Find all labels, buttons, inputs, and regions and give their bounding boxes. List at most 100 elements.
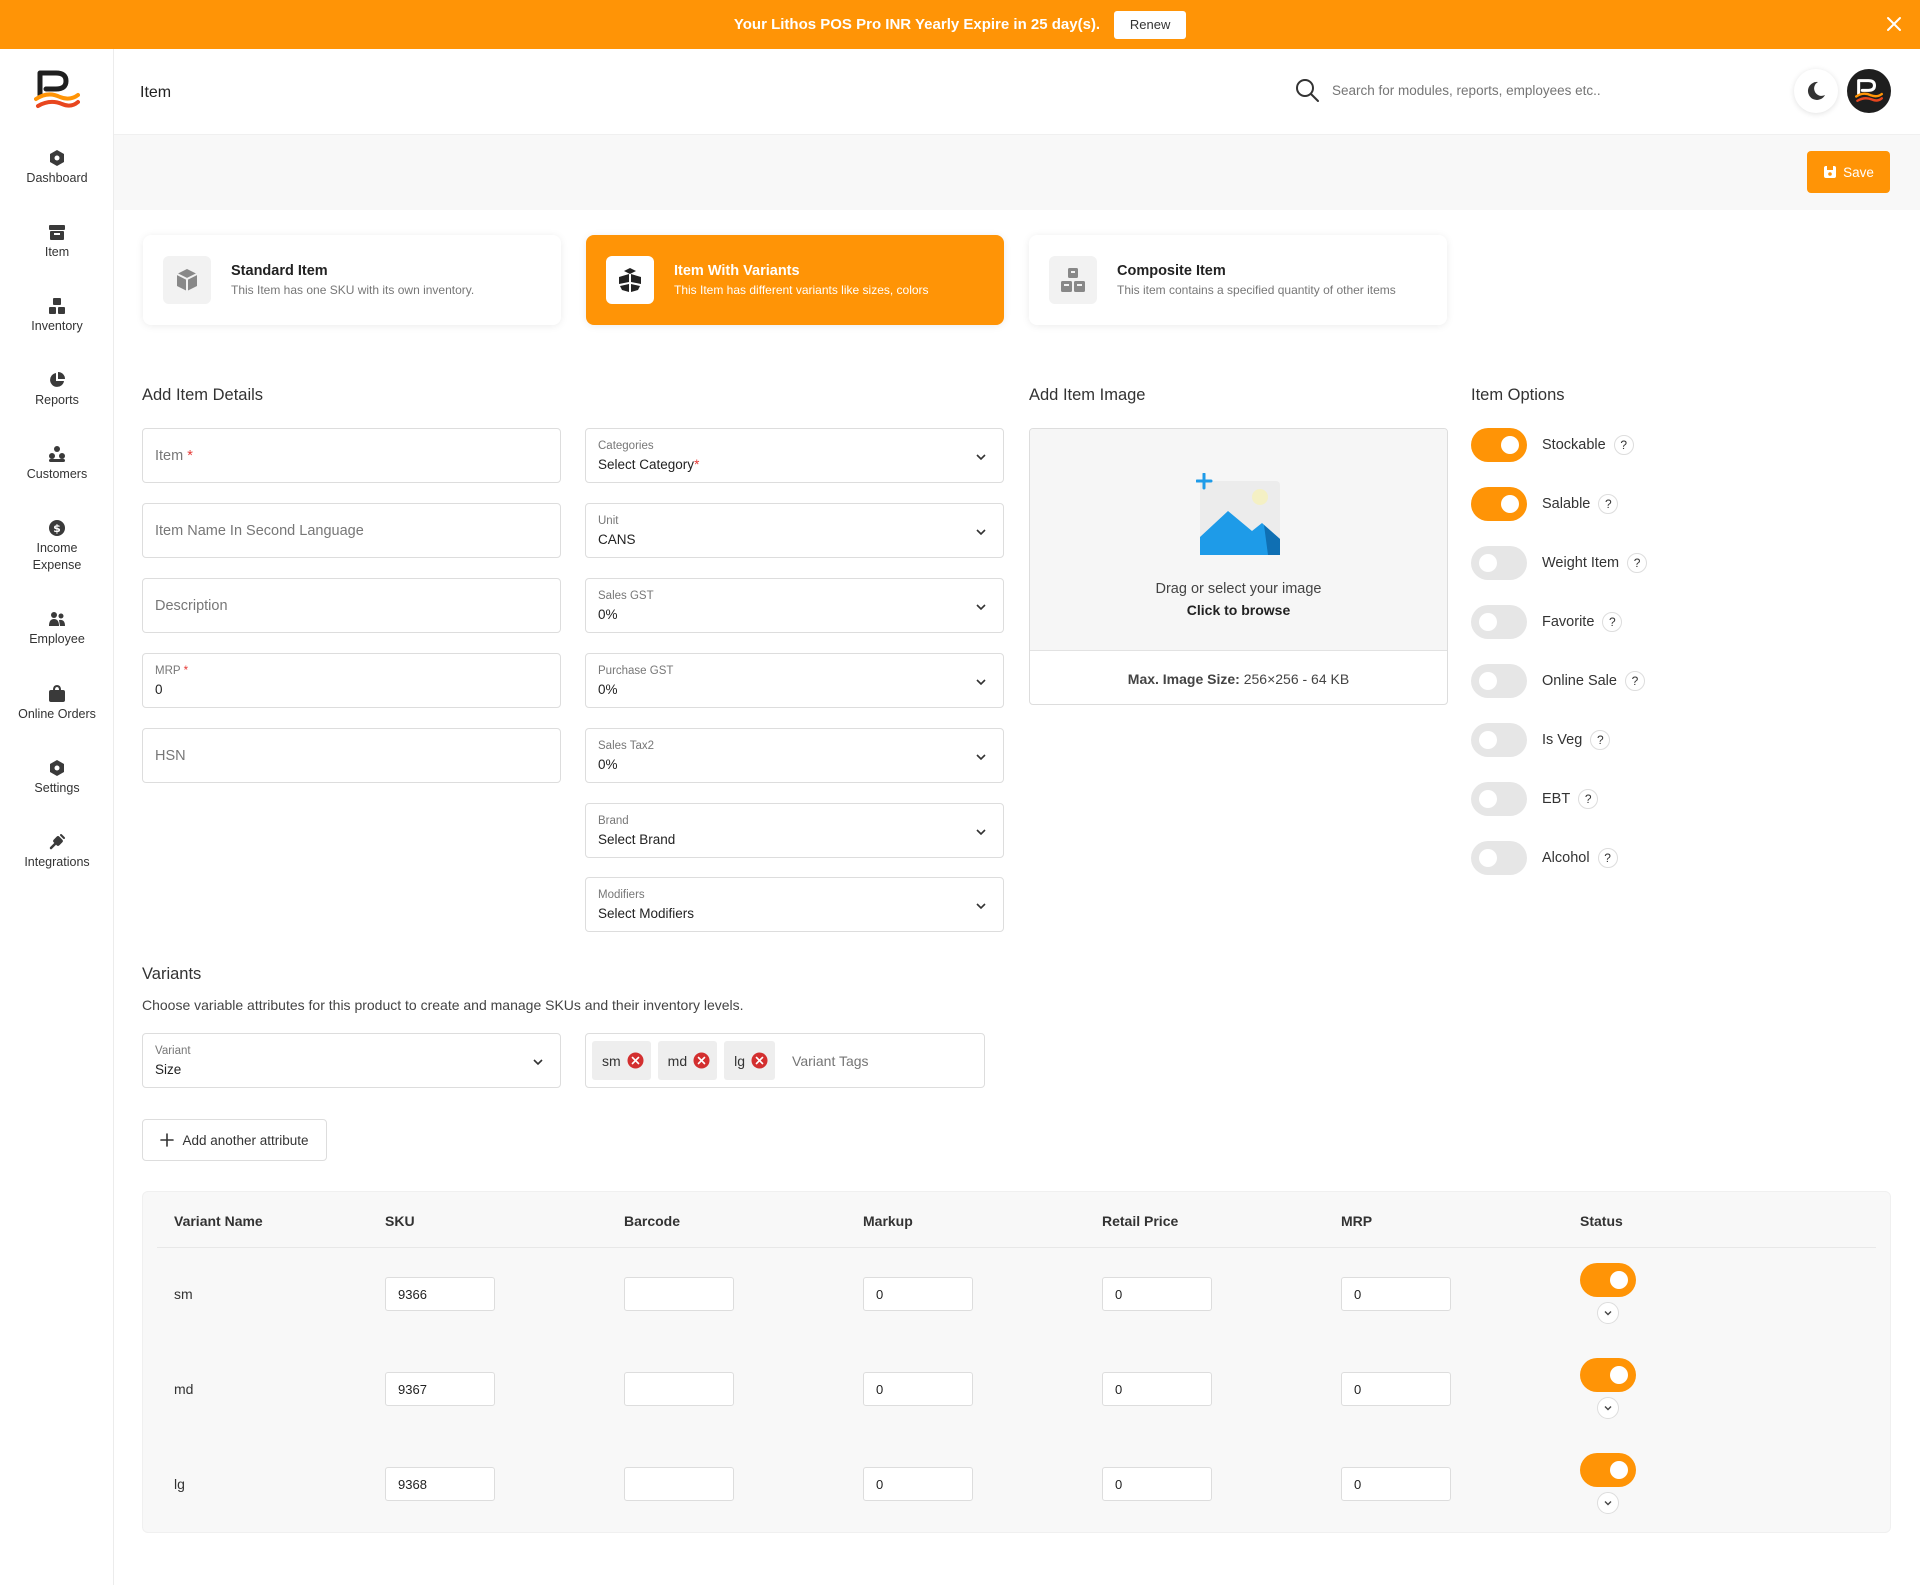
status-toggle[interactable] (1580, 1453, 1636, 1487)
dashboard-icon (50, 150, 64, 166)
sales-tax2-select[interactable]: Sales Tax2 0% (585, 728, 1004, 783)
column-header: Status (1580, 1213, 1623, 1229)
option-label: Alcohol (1542, 850, 1590, 866)
hsn-placeholder: HSN (155, 748, 186, 764)
item-name-field[interactable]: Item * (142, 428, 561, 483)
is-veg-toggle[interactable] (1471, 723, 1527, 757)
sidebar-item-integrations[interactable]: Integrations (0, 833, 114, 871)
remove-tag-icon[interactable] (627, 1052, 644, 1069)
sidebar-item-item[interactable]: Item (0, 223, 114, 261)
help-icon[interactable]: ? (1613, 435, 1634, 455)
salable-toggle[interactable] (1471, 487, 1527, 521)
sidebar-item-dashboard[interactable]: Dashboard (0, 149, 114, 187)
retail-price-input[interactable] (1102, 1467, 1212, 1501)
sidebar-item-settings[interactable]: Settings (0, 759, 114, 797)
mrp-input[interactable] (1341, 1467, 1451, 1501)
weight-item-toggle[interactable] (1471, 546, 1527, 580)
sku-input[interactable] (385, 1372, 495, 1406)
sidebar-item-reports[interactable]: Reports (0, 371, 114, 409)
chevron-down-icon (976, 454, 986, 461)
markup-input[interactable] (863, 1372, 973, 1406)
remove-tag-icon[interactable] (751, 1052, 768, 1069)
barcode-input[interactable] (624, 1277, 734, 1311)
barcode-input[interactable] (624, 1372, 734, 1406)
inventory-icon (49, 298, 65, 314)
ebt-toggle[interactable] (1471, 782, 1527, 816)
sidebar: Dashboard Item Inventory Reports Custome… (0, 49, 114, 1585)
max-size-value: 256×256 - 64 KB (1243, 671, 1350, 687)
mrp-input[interactable] (1341, 1277, 1451, 1311)
browse-link[interactable]: Click to browse (1030, 602, 1447, 618)
variant-tags-input[interactable]: sm md lg (585, 1033, 985, 1088)
drop-text: Drag or select your image (1155, 581, 1322, 597)
retail-price-input[interactable] (1102, 1277, 1212, 1311)
help-icon[interactable]: ? (1597, 848, 1618, 868)
help-icon[interactable]: ? (1590, 730, 1611, 750)
retail-price-input[interactable] (1102, 1372, 1212, 1406)
sidebar-item-employee[interactable]: Employee (0, 610, 114, 648)
help-icon[interactable]: ? (1627, 553, 1648, 573)
sales-gst-select[interactable]: Sales GST 0% (585, 578, 1004, 633)
markup-input[interactable] (863, 1467, 973, 1501)
box-icon (176, 269, 198, 291)
favorite-toggle[interactable] (1471, 605, 1527, 639)
search-icon[interactable] (1294, 77, 1320, 103)
mrp-input[interactable] (1341, 1372, 1451, 1406)
markup-input[interactable] (863, 1277, 973, 1311)
online-sale-toggle[interactable] (1471, 664, 1527, 698)
help-icon[interactable]: ? (1578, 789, 1599, 809)
logo-icon[interactable] (34, 69, 80, 111)
item-name-placeholder: Item (155, 448, 184, 464)
variants-description: Choose variable attributes for this prod… (142, 997, 744, 1013)
purchase-gst-select[interactable]: Purchase GST 0% (585, 653, 1004, 708)
variant-tags-field[interactable] (792, 1052, 893, 1069)
item-type-variants[interactable]: Item With Variants This Item has differe… (586, 235, 1004, 325)
type-icon-wrap (606, 256, 654, 304)
alcohol-toggle[interactable] (1471, 841, 1527, 875)
sidebar-item-online-orders[interactable]: Online Orders (0, 685, 114, 723)
mrp-field[interactable]: MRP * 0 (142, 653, 561, 708)
sku-input[interactable] (385, 1277, 495, 1311)
select-label: Sales GST (598, 590, 654, 602)
close-icon[interactable] (1884, 14, 1904, 34)
stockable-toggle[interactable] (1471, 428, 1527, 462)
status-toggle[interactable] (1580, 1358, 1636, 1392)
reports-icon (50, 372, 65, 387)
modifiers-select[interactable]: Modifiers Select Modifiers (585, 877, 1004, 932)
variant-select[interactable]: Variant Size (142, 1033, 561, 1088)
item-type-composite[interactable]: Composite Item This item contains a spec… (1029, 235, 1447, 325)
option-is-veg: Is Veg ? (1471, 723, 1611, 757)
status-toggle[interactable] (1580, 1263, 1636, 1297)
second-language-field[interactable]: Item Name In Second Language (142, 503, 561, 558)
sidebar-item-inventory[interactable]: Inventory (0, 297, 114, 335)
expand-row-button[interactable] (1597, 1302, 1619, 1324)
renew-button[interactable]: Renew (1114, 10, 1187, 39)
expand-row-button[interactable] (1597, 1492, 1619, 1514)
avatar[interactable] (1847, 69, 1891, 113)
image-dropzone[interactable]: Drag or select your image Click to brows… (1030, 429, 1447, 651)
help-icon[interactable]: ? (1624, 671, 1645, 691)
sidebar-item-label: Employee (29, 632, 85, 646)
search-input[interactable] (1332, 82, 1662, 98)
chevron-down-icon (976, 754, 986, 761)
sku-input[interactable] (385, 1467, 495, 1501)
brand-select[interactable]: Brand Select Brand (585, 803, 1004, 858)
help-icon[interactable]: ? (1598, 494, 1619, 514)
save-button[interactable]: Save (1807, 151, 1890, 193)
help-icon[interactable]: ? (1602, 612, 1623, 632)
theme-toggle-button[interactable] (1794, 69, 1838, 113)
add-attribute-button[interactable]: Add another attribute (142, 1119, 327, 1161)
expand-row-button[interactable] (1597, 1397, 1619, 1419)
description-field[interactable]: Description (142, 578, 561, 633)
item-type-standard[interactable]: Standard Item This Item has one SKU with… (143, 235, 561, 325)
save-icon (1824, 166, 1837, 178)
unit-select[interactable]: Unit CANS (585, 503, 1004, 558)
sidebar-item-income-expense[interactable]: $ Income Expense (0, 519, 114, 574)
barcode-input[interactable] (624, 1467, 734, 1501)
option-ebt: EBT ? (1471, 782, 1599, 816)
select-label: Purchase GST (598, 665, 674, 677)
remove-tag-icon[interactable] (693, 1052, 710, 1069)
hsn-field[interactable]: HSN (142, 728, 561, 783)
sidebar-item-customers[interactable]: Customers (0, 445, 114, 483)
categories-select[interactable]: Categories Select Category* (585, 428, 1004, 483)
